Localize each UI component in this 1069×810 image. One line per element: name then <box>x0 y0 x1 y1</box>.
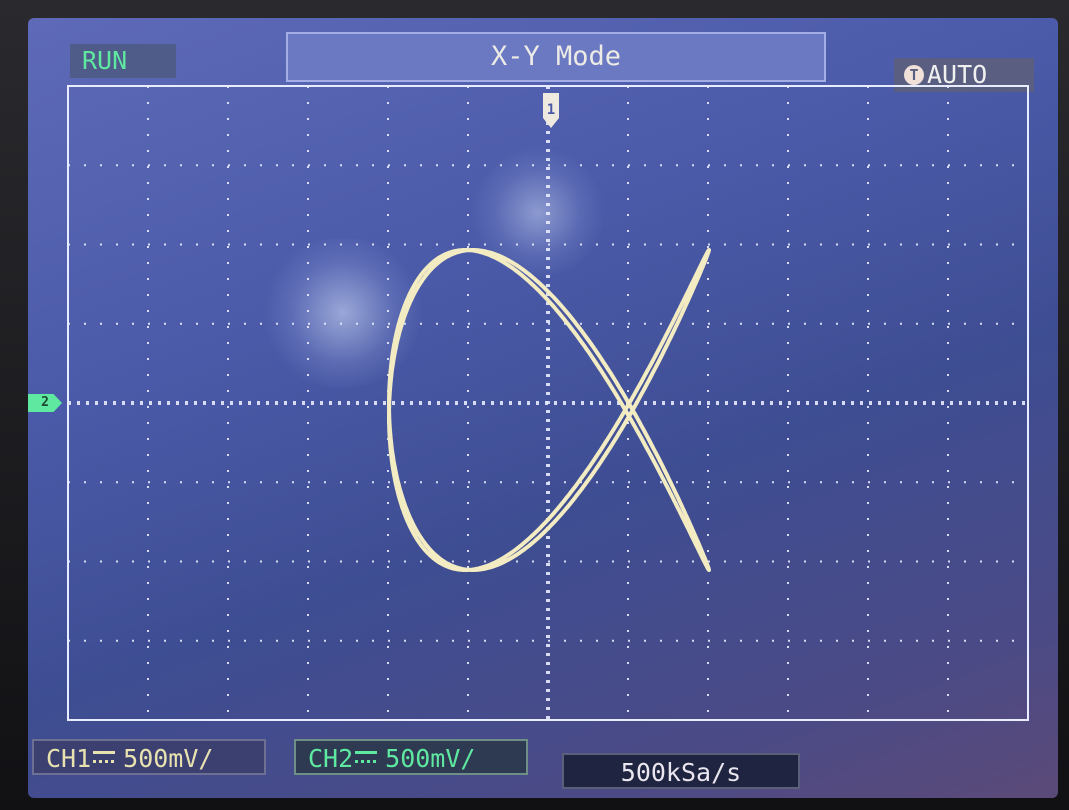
ch2-scale: 500mV/ <box>385 744 476 773</box>
ch1-scale-box[interactable]: CH1 500mV/ <box>32 739 266 775</box>
dc-coupling-icon <box>93 750 116 766</box>
ch1-marker-label: 1 <box>547 102 555 118</box>
ch2-name: CH2 <box>308 744 354 773</box>
ch2-scale-box[interactable]: CH2 500mV/ <box>294 739 528 775</box>
bottom-status-bar: CH1 500mV/ CH2 500mV/ 500kSa/s <box>28 723 1058 793</box>
display-grid: 1 <box>67 85 1029 721</box>
ch1-name: CH1 <box>46 744 92 773</box>
ch1-scale: 500mV/ <box>123 744 214 773</box>
graticule <box>67 85 1029 721</box>
sample-rate-box[interactable]: 500kSa/s <box>562 753 800 789</box>
oscilloscope-screen: RUN X-Y Mode T AUTO 1 2 CH1 500mV/ CH2 500… <box>28 18 1058 798</box>
dc-coupling-icon <box>355 750 378 766</box>
ch1-position-marker[interactable]: 1 <box>543 93 559 128</box>
